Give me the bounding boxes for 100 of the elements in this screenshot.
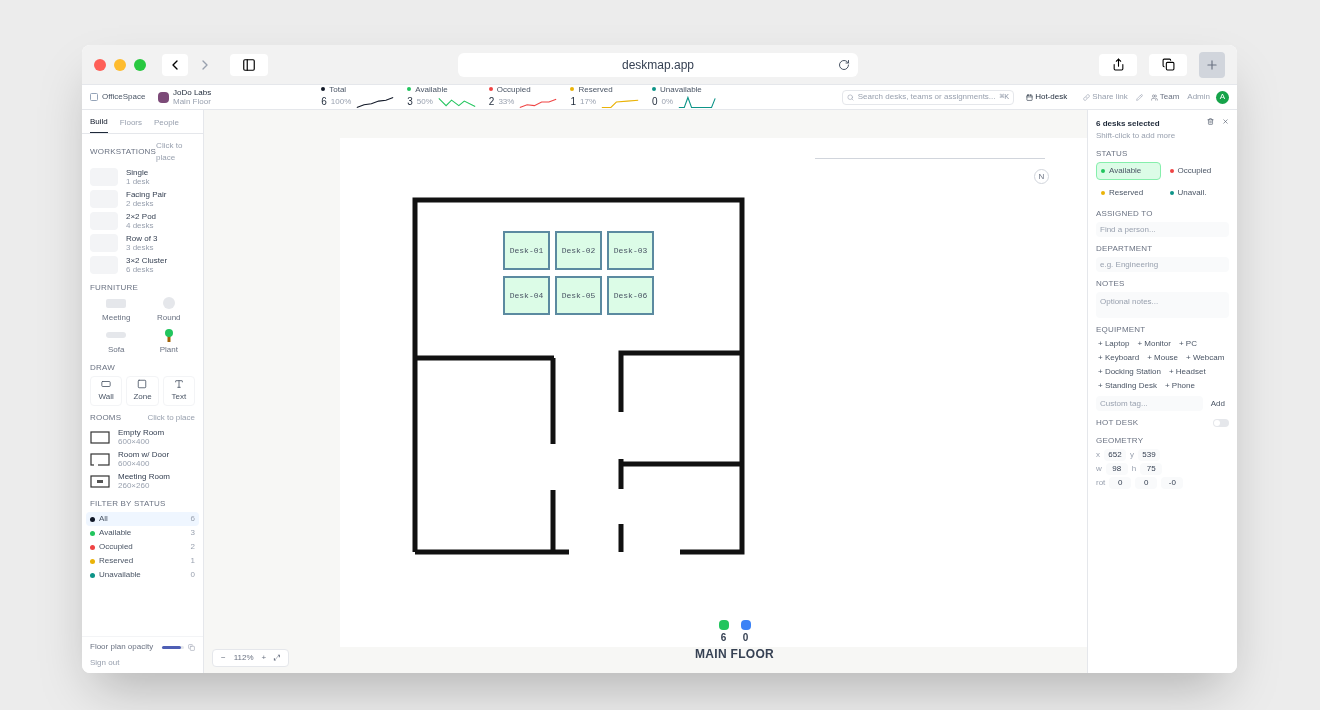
stat-label: Reserved	[578, 84, 613, 94]
hot-desk-toggle[interactable]	[1213, 419, 1229, 427]
draw-tool[interactable]: Zone	[126, 376, 159, 406]
room-item[interactable]: Empty Room 600×400	[82, 426, 203, 448]
item-size: 260×260	[118, 481, 151, 490]
share-button[interactable]	[1099, 53, 1137, 76]
equipment-tag[interactable]: + Keyboard	[1096, 352, 1142, 364]
section-title: FURNITURE	[90, 282, 139, 294]
panel-title: 6 desks selected	[1096, 118, 1161, 130]
equipment-tag[interactable]: + Laptop	[1096, 338, 1132, 350]
workstation-item[interactable]: Facing Pair 2 desks	[82, 188, 203, 210]
item-label[interactable]: Meeting	[102, 312, 131, 324]
workstation-item[interactable]: Single 1 desk	[82, 166, 203, 188]
room-item[interactable]: Meeting Room 260×260	[82, 470, 203, 492]
zoom-in-button[interactable]: +	[261, 652, 267, 664]
room-icon	[90, 430, 110, 444]
item-name: 2×2 Pod	[126, 212, 157, 221]
shortcut-key: ⌘K	[999, 91, 1010, 103]
geometry-field[interactable]: -0	[1161, 477, 1184, 489]
geometry-field[interactable]: 652	[1104, 449, 1126, 461]
geometry-field[interactable]: 98	[1105, 463, 1128, 475]
stat-percent: 50%	[416, 97, 433, 106]
equipment-tag[interactable]: + Docking Station	[1096, 366, 1163, 378]
draw-tool[interactable]: Wall	[90, 376, 123, 406]
desk[interactable]: Desk-06	[607, 276, 654, 315]
assignee-field[interactable]: Find a person...	[1096, 222, 1229, 237]
equipment-tag[interactable]: + Monitor	[1135, 338, 1173, 350]
stat-percent: 0%	[661, 97, 674, 106]
desk[interactable]: Desk-03	[607, 231, 654, 270]
link-icon	[1083, 93, 1091, 101]
status-option[interactable]: Occupied	[1164, 162, 1229, 180]
desk[interactable]: Desk-05	[555, 276, 602, 315]
workstation-item[interactable]: Row of 3 3 desks	[82, 232, 203, 254]
geometry-label: w	[1096, 463, 1102, 475]
item-label[interactable]: Plant	[159, 344, 178, 356]
field-label: NOTES	[1096, 278, 1126, 290]
equipment-tag[interactable]: + Phone	[1162, 380, 1197, 392]
stat-label: Unavailable	[660, 84, 702, 94]
back-button[interactable]	[162, 53, 188, 76]
department-field[interactable]: e.g. Engineering	[1096, 257, 1229, 272]
section-title: FILTER BY STATUS	[90, 498, 166, 510]
desk[interactable]: Desk-01	[503, 231, 550, 270]
legend-count: 0	[742, 631, 749, 645]
tabs-button[interactable]	[1149, 53, 1187, 76]
geometry-field[interactable]: 539	[1138, 449, 1160, 461]
team-button[interactable]: Team	[1150, 91, 1180, 103]
stat-value: 3	[407, 97, 413, 106]
sidebar-button[interactable]	[230, 53, 268, 76]
panel-subtitle: Shift-click to add more	[1096, 130, 1177, 142]
org-logo	[158, 91, 169, 103]
room-item[interactable]: Room w/ Door 600×400	[82, 448, 203, 470]
equipment-tag[interactable]: + Standing Desk	[1096, 380, 1159, 392]
edit-icon[interactable]	[1135, 93, 1143, 101]
reload-icon	[838, 58, 850, 71]
field-label: STATUS	[1096, 148, 1129, 160]
equipment-tag[interactable]: + Mouse	[1145, 352, 1181, 364]
item-label[interactable]: Round	[156, 312, 181, 324]
close-icon[interactable]	[1222, 118, 1229, 125]
geometry-field[interactable]: 0	[1135, 477, 1158, 489]
add-button[interactable]: Add	[1206, 397, 1229, 410]
desk[interactable]: Desk-02	[555, 231, 602, 270]
item-label[interactable]: Sofa	[108, 344, 125, 356]
workstation-item[interactable]: 2×2 Pod 4 desks	[82, 210, 203, 232]
opacity-slider[interactable]	[162, 645, 184, 649]
filter-item[interactable]: Occupied 2	[86, 540, 199, 554]
filter-item[interactable]: Reserved 1	[86, 554, 199, 568]
stat-value: 2	[488, 97, 495, 106]
fit-button[interactable]: ⤢	[274, 652, 281, 664]
tab[interactable]: Build	[90, 116, 108, 133]
desk[interactable]: Desk-04	[503, 276, 550, 315]
notes-field[interactable]: Optional notes...	[1096, 292, 1229, 318]
geometry-field[interactable]: 75	[1140, 463, 1163, 475]
address-bar[interactable]: deskmap.app	[458, 52, 858, 77]
header-button[interactable]: Hot-desk	[1022, 91, 1072, 103]
filter-item[interactable]: Available 3	[86, 526, 199, 540]
equipment-tag[interactable]: + Webcam	[1184, 352, 1227, 364]
geometry-label: h	[1131, 463, 1137, 475]
legend-count: 6	[720, 631, 727, 645]
new-tab-button[interactable]	[1199, 51, 1225, 78]
geometry-label: y	[1130, 449, 1134, 461]
stat-label: Total	[329, 84, 347, 94]
geometry-field[interactable]: 0	[1109, 477, 1132, 489]
filter-label: Available	[99, 527, 133, 539]
filter-item[interactable]: All 6	[86, 512, 199, 526]
filter-label: Reserved	[99, 555, 135, 567]
custom-tag-field[interactable]: Custom tag...	[1096, 396, 1203, 411]
equipment-tag[interactable]: + PC	[1176, 338, 1199, 350]
status-option[interactable]: Reserved	[1096, 184, 1161, 202]
trash-icon[interactable]	[1207, 118, 1214, 125]
status-option[interactable]: Available	[1096, 162, 1161, 180]
zoom-out-button[interactable]: −	[221, 652, 226, 664]
status-option[interactable]: Unavail.	[1164, 184, 1229, 202]
workstation-item[interactable]: 3×2 Cluster 6 desks	[82, 254, 203, 276]
filter-count: 2	[190, 541, 195, 553]
equipment-tag[interactable]: + Headset	[1166, 366, 1208, 378]
filter-label: Occupied	[99, 541, 134, 553]
filter-item[interactable]: Unavailable 0	[86, 568, 199, 582]
filter-label: All	[99, 513, 109, 525]
brand-name: OfficeSpace	[102, 91, 146, 103]
draw-tool[interactable]: Text	[162, 376, 195, 406]
